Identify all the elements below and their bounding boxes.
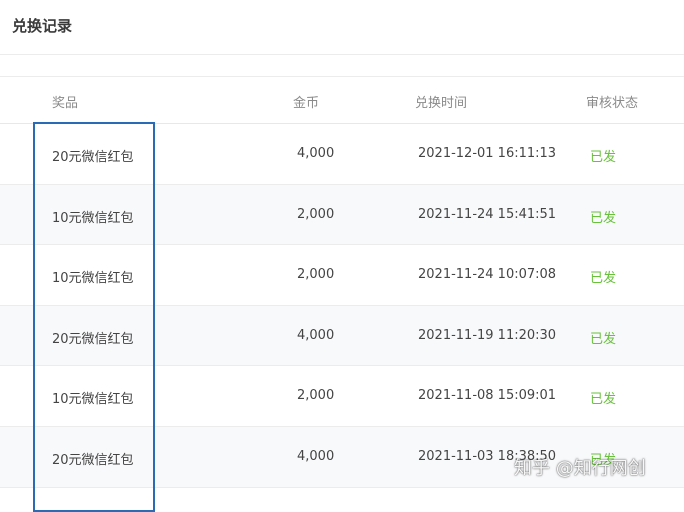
time-cell: 2021-11-24 10:07:08 xyxy=(418,267,557,283)
table-row: 10元微信红包 2,000 2021-11-08 15:09:01 已发 xyxy=(0,366,684,427)
status-cell: 已发 xyxy=(590,392,617,408)
page-header: 兑换记录 xyxy=(0,0,684,55)
coins-cell: 4,000 xyxy=(297,146,335,161)
coins-cell: 2,000 xyxy=(297,206,335,222)
table-row: 20元微信红包 4,000 2021-11-19 11:20:30 已发 xyxy=(0,305,684,367)
prize-cell: 20元微信红包 xyxy=(52,331,134,347)
prize-cell: 20元微信红包 xyxy=(52,150,134,165)
header-prize: 奖品 xyxy=(52,96,79,111)
status-cell: 已发 xyxy=(590,331,617,347)
prize-cell: 10元微信红包 xyxy=(52,271,134,287)
time-cell: 2021-11-24 15:41:51 xyxy=(418,206,557,222)
coins-cell: 4,000 xyxy=(297,448,335,464)
exchange-records-table: 奖品 金币 兑换时间 审核状态 20元微信红包 4,000 2021-12-01… xyxy=(0,77,684,488)
header-time: 兑换时间 xyxy=(415,96,468,111)
time-cell: 2021-11-19 11:20:30 xyxy=(418,327,557,343)
status-cell: 已发 xyxy=(590,150,617,165)
spacer-band xyxy=(0,55,684,77)
coins-cell: 2,000 xyxy=(297,267,335,283)
status-cell: 已发 xyxy=(590,210,617,226)
prize-cell: 10元微信红包 xyxy=(52,210,134,226)
time-cell: 2021-11-08 15:09:01 xyxy=(418,388,557,404)
header-status: 审核状态 xyxy=(586,96,639,111)
time-cell: 2021-12-01 16:11:13 xyxy=(418,146,557,161)
table-row: 10元微信红包 2,000 2021-11-24 15:41:51 已发 xyxy=(0,184,684,246)
status-cell: 已发 xyxy=(590,271,617,287)
table-row: 10元微信红包 2,000 2021-11-24 10:07:08 已发 xyxy=(0,245,684,306)
table-header: 奖品 金币 兑换时间 审核状态 xyxy=(0,77,684,124)
table-row: 20元微信红包 4,000 2021-12-01 16:11:13 已发 xyxy=(0,124,684,185)
header-coins: 金币 xyxy=(293,96,320,111)
prize-cell: 10元微信红包 xyxy=(52,392,134,408)
coins-cell: 2,000 xyxy=(297,388,335,404)
coins-cell: 4,000 xyxy=(297,327,335,343)
prize-cell: 20元微信红包 xyxy=(52,452,134,468)
watermark: 知乎 @知行网创 xyxy=(514,458,646,479)
page-title: 兑换记录 xyxy=(12,17,73,35)
